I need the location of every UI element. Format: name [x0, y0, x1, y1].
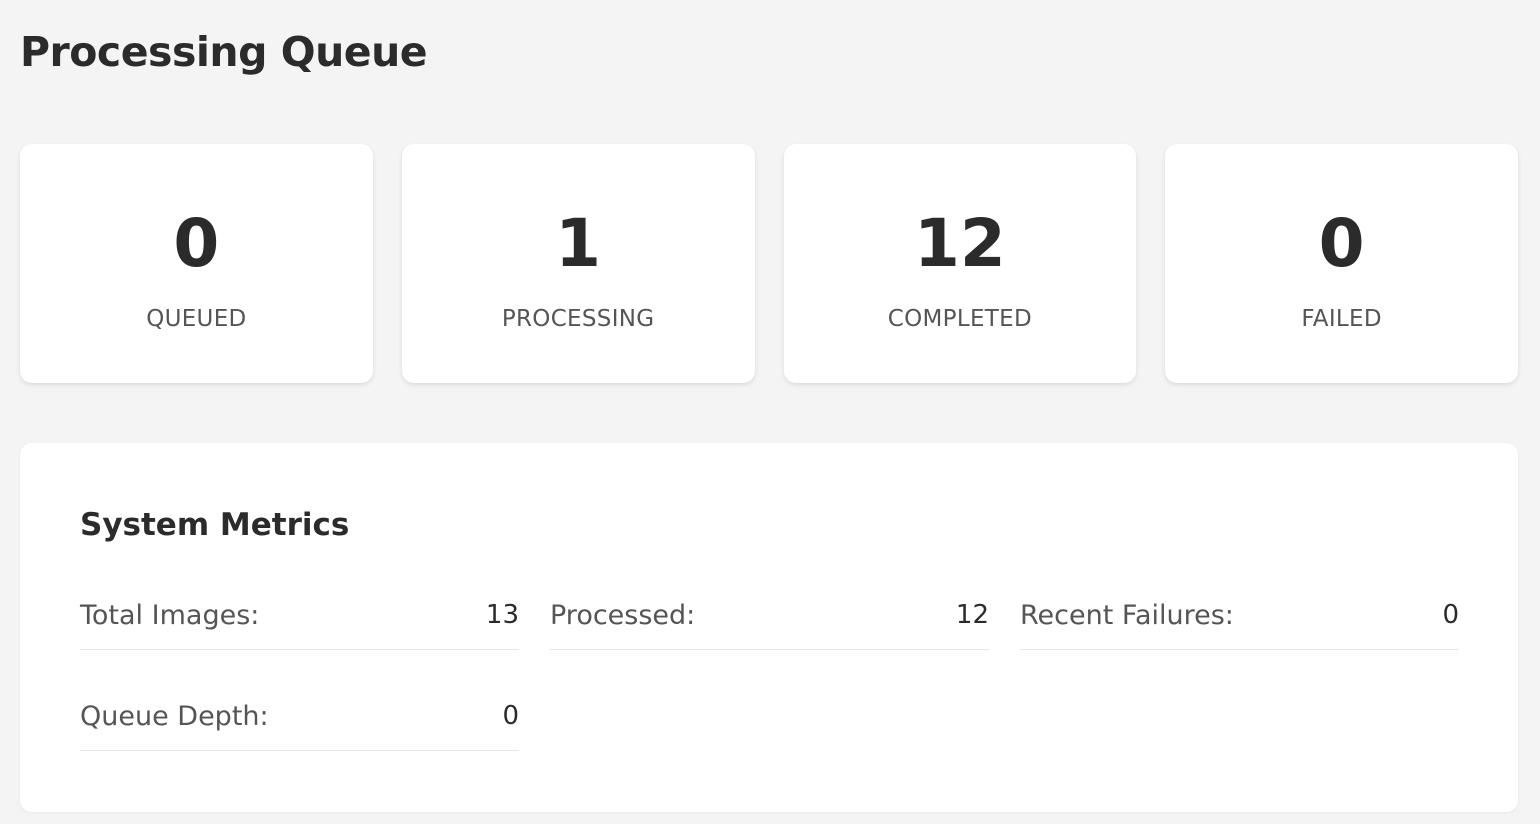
stat-label-failed: FAILED — [1301, 306, 1382, 332]
stat-value-completed: 12 — [913, 205, 1006, 282]
metric-label: Total Images: — [80, 599, 260, 631]
metric-label: Processed: — [550, 599, 696, 631]
metric-total-images: Total Images: 13 — [80, 581, 519, 650]
stat-card-completed: 12 COMPLETED — [783, 144, 1137, 383]
metric-value: 0 — [502, 701, 519, 731]
stat-label-queued: QUEUED — [146, 306, 247, 332]
metric-label: Queue Depth: — [80, 700, 269, 732]
stat-value-failed: 0 — [1318, 205, 1365, 282]
stat-value-processing: 1 — [555, 205, 602, 282]
page-title: Processing Queue — [20, 28, 428, 76]
metric-recent-failures: Recent Failures: 0 — [1020, 581, 1459, 650]
stat-label-completed: COMPLETED — [887, 306, 1032, 332]
metric-label: Recent Failures: — [1020, 599, 1234, 631]
metric-queue-depth: Queue Depth: 0 — [80, 682, 519, 751]
system-metrics-title: System Metrics — [80, 507, 350, 543]
system-metrics-grid: Total Images: 13 Processed: 12 Recent Fa… — [80, 581, 1459, 783]
stat-card-processing: 1 PROCESSING — [401, 144, 755, 383]
metric-value: 12 — [955, 600, 989, 630]
stat-card-failed: 0 FAILED — [1165, 144, 1518, 383]
stat-card-queued: 0 QUEUED — [20, 144, 373, 383]
metric-processed: Processed: 12 — [550, 581, 989, 650]
stat-value-queued: 0 — [173, 205, 220, 282]
system-metrics-panel: System Metrics Total Images: 13 Processe… — [20, 443, 1518, 812]
metric-value: 13 — [485, 600, 519, 630]
queue-stats: 0 QUEUED 1 PROCESSING 12 COMPLETED 0 FAI… — [20, 144, 1518, 383]
stat-label-processing: PROCESSING — [501, 306, 655, 332]
metric-value: 0 — [1442, 600, 1459, 630]
